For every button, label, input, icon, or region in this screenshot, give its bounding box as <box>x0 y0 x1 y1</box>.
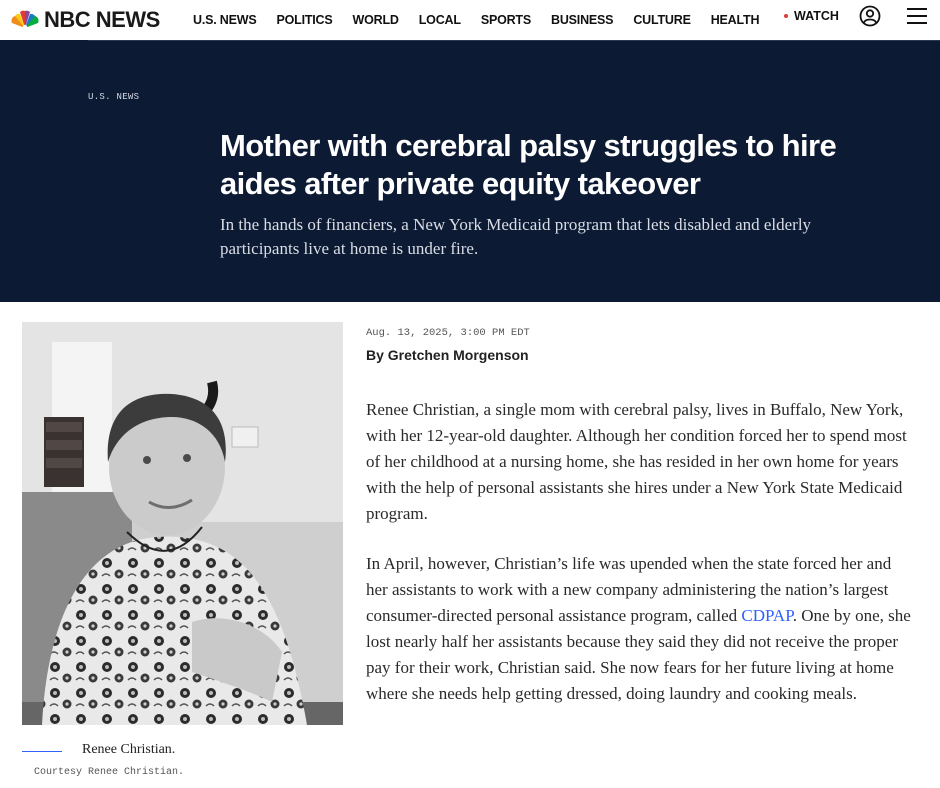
account-icon[interactable] <box>859 5 881 27</box>
cdpap-link[interactable]: CDPAP <box>741 606 792 625</box>
live-dot-icon <box>784 14 788 18</box>
nav-item-business[interactable]: BUSINESS <box>551 13 614 27</box>
article-headline: Mother with cerebral palsy struggles to … <box>220 128 837 201</box>
nav-item-politics[interactable]: POLITICS <box>276 13 332 27</box>
caption-accent-line <box>22 751 62 752</box>
article-byline[interactable]: By Gretchen Morgenson <box>366 347 529 363</box>
section-label[interactable]: U.S. NEWS <box>88 92 139 102</box>
portrait-image <box>22 322 343 725</box>
hamburger-menu-icon[interactable] <box>906 6 928 26</box>
top-navigation-bar: NBC NEWS U.S. NEWS POLITICS WORLD LOCAL … <box>0 0 940 40</box>
article-paragraph-1: Renee Christian, a single mom with cereb… <box>366 400 907 523</box>
nbc-peacock-icon <box>11 10 39 30</box>
header-divider <box>88 40 940 41</box>
nav-item-culture[interactable]: CULTURE <box>633 13 691 27</box>
article-paragraph-2: In April, however, Christian’s life was … <box>366 551 916 707</box>
nav-item-health[interactable]: HEALTH <box>711 13 760 27</box>
nbc-news-logo[interactable]: NBC NEWS <box>10 4 160 36</box>
article-dek: In the hands of financiers, a New York M… <box>220 215 812 258</box>
nav-item-local[interactable]: LOCAL <box>419 13 461 27</box>
nav-item-us-news[interactable]: U.S. NEWS <box>193 13 257 27</box>
photo-credit: Courtesy Renee Christian. <box>34 767 185 778</box>
watch-button[interactable]: WATCH <box>784 0 839 32</box>
logo-text: NBC NEWS <box>44 7 160 32</box>
article-timestamp: Aug. 13, 2025, 3:00 PM EDT <box>366 327 530 339</box>
article-photo <box>22 322 343 725</box>
nav-item-world[interactable]: WORLD <box>353 13 399 27</box>
main-nav: U.S. NEWS POLITICS WORLD LOCAL SPORTS BU… <box>193 0 779 40</box>
watch-label: WATCH <box>794 9 839 23</box>
photo-caption: Renee Christian. <box>82 742 176 757</box>
nav-item-sports[interactable]: SPORTS <box>481 13 531 27</box>
